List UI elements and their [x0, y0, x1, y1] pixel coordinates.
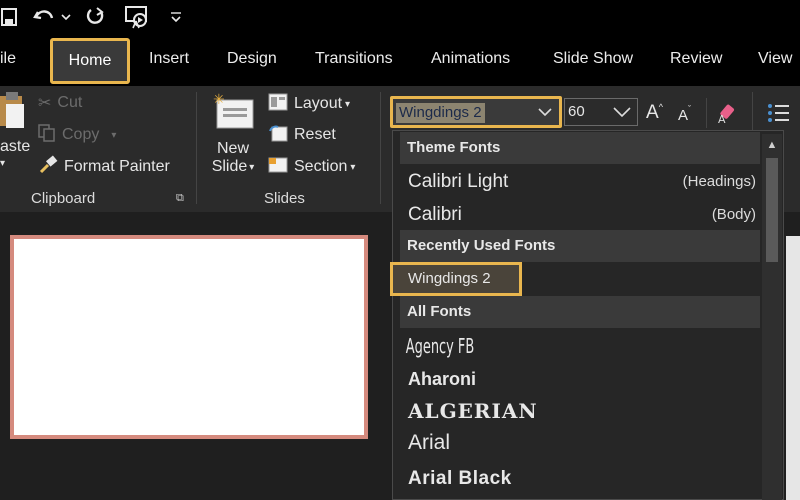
font-name-value[interactable]: Wingdings 2 [396, 103, 485, 123]
chevron-down-icon: ▾ [350, 161, 356, 173]
chevron-down-icon[interactable] [535, 101, 555, 123]
cut-button[interactable]: ✂ Cut [38, 92, 82, 114]
save-icon[interactable] [0, 4, 18, 30]
group-separator [380, 92, 381, 204]
font-option-name: Calibri [408, 204, 462, 225]
undo-icon[interactable] [32, 4, 72, 30]
tab-file[interactable]: ile [0, 50, 16, 74]
paste-button[interactable]: aste ▾ [0, 92, 31, 182]
layout-button[interactable]: Layout ▾ [268, 92, 350, 116]
font-option-tag: (Body) [711, 206, 756, 223]
eraser-icon: A [718, 104, 734, 125]
present-from-start-icon[interactable] [120, 4, 154, 30]
font-option-name: Calibri Light [408, 171, 509, 192]
section-label: Section [294, 158, 348, 175]
reset-icon [268, 124, 288, 147]
redo-icon[interactable] [82, 4, 108, 30]
section-button[interactable]: Section ▾ [268, 155, 355, 179]
format-painter-button[interactable]: Format Painter [38, 154, 170, 180]
tab-view[interactable]: View [758, 50, 792, 74]
scroll-up-icon[interactable]: ▲ [762, 134, 782, 156]
copy-label: Copy [62, 126, 100, 143]
shrink-font-button[interactable]: A ˇ [678, 104, 691, 126]
new-slide-icon: ✳ [213, 92, 254, 129]
tab-transitions[interactable]: Transitions [315, 50, 393, 74]
group-separator [196, 92, 197, 204]
new-slide-label-1: New [216, 140, 249, 157]
paste-icon [0, 92, 24, 128]
chevron-down-icon[interactable] [611, 102, 633, 125]
caret-up-icon: ^ [658, 102, 663, 112]
recent-fonts-header: Recently Used Fonts [400, 230, 760, 262]
cut-label: Cut [57, 94, 83, 111]
font-name-combobox[interactable]: Wingdings 2 [390, 96, 562, 128]
font-option-algerian[interactable]: ALGERIAN [400, 396, 760, 426]
chevron-down-icon: ▾ [0, 158, 6, 169]
group-separator [706, 98, 707, 128]
new-slide-label-2-text: Slide [211, 158, 248, 175]
bullets-icon [768, 104, 789, 122]
new-slide-button[interactable]: ✳ New Slide ▾ [206, 92, 260, 184]
new-slide-label-2: Slide ▾ [212, 158, 255, 176]
tab-animations[interactable]: Animations [431, 50, 510, 74]
copy-button[interactable]: Copy ▾ [38, 123, 117, 147]
font-option-agency-fb[interactable]: Agency FB [400, 331, 659, 361]
svg-text:✳: ✳ [213, 92, 225, 108]
font-option-tag: (Headings) [682, 173, 756, 190]
tab-review[interactable]: Review [670, 50, 722, 74]
font-size-value[interactable]: 60 [568, 103, 585, 120]
tab-slideshow[interactable]: Slide Show [553, 50, 633, 74]
shrink-font-label: A [678, 106, 689, 124]
reset-button[interactable]: Reset [268, 123, 336, 147]
all-fonts-header: All Fonts [400, 296, 760, 328]
format-painter-label: Format Painter [64, 158, 170, 175]
chevron-down-icon: ▾ [111, 129, 117, 141]
theme-fonts-header: Theme Fonts [400, 132, 760, 164]
layout-icon [268, 93, 288, 116]
grow-font-label: A [646, 102, 659, 123]
tab-home[interactable]: Home [50, 38, 130, 84]
quick-access-toolbar [0, 0, 800, 36]
reset-label: Reset [294, 126, 336, 143]
copy-icon [38, 123, 56, 147]
bullets-button[interactable] [766, 100, 790, 126]
font-option-arial-black[interactable]: Arial Black [400, 464, 760, 494]
scrollbar-thumb[interactable] [766, 158, 778, 262]
slide-thumbnail[interactable] [10, 235, 368, 439]
chevron-down-icon: ▾ [345, 98, 351, 110]
slides-group-label: Slides [264, 190, 305, 207]
tab-insert[interactable]: Insert [149, 50, 189, 74]
dialog-launcher-icon[interactable]: ⧉ [176, 192, 184, 205]
font-option-arial[interactable]: Arial [400, 428, 760, 458]
slide-edge [786, 236, 800, 500]
section-icon [268, 156, 288, 179]
scissors-icon: ✂ [38, 95, 52, 112]
paintbrush-icon [38, 154, 58, 180]
grow-font-button[interactable]: A ^ [646, 100, 663, 126]
font-option-aharoni[interactable]: Aharoni [400, 364, 760, 394]
tab-design[interactable]: Design [227, 50, 277, 74]
caret-down-icon: ˇ [688, 104, 692, 114]
chevron-down-icon: ▾ [249, 161, 255, 173]
customize-qat-icon[interactable] [166, 4, 186, 30]
paste-label: aste [0, 138, 31, 155]
font-option-calibri[interactable]: Calibri (Body) [400, 200, 760, 230]
svg-text:A: A [718, 113, 726, 125]
font-size-combobox[interactable]: 60 [564, 98, 638, 126]
font-option-wingdings-2[interactable]: Wingdings 2 [390, 262, 522, 296]
layout-label: Layout [294, 95, 343, 112]
font-option-calibri-light[interactable]: Calibri Light (Headings) [400, 167, 760, 197]
clipboard-group-label: Clipboard [31, 190, 96, 207]
clear-formatting-button[interactable]: A [716, 100, 740, 126]
